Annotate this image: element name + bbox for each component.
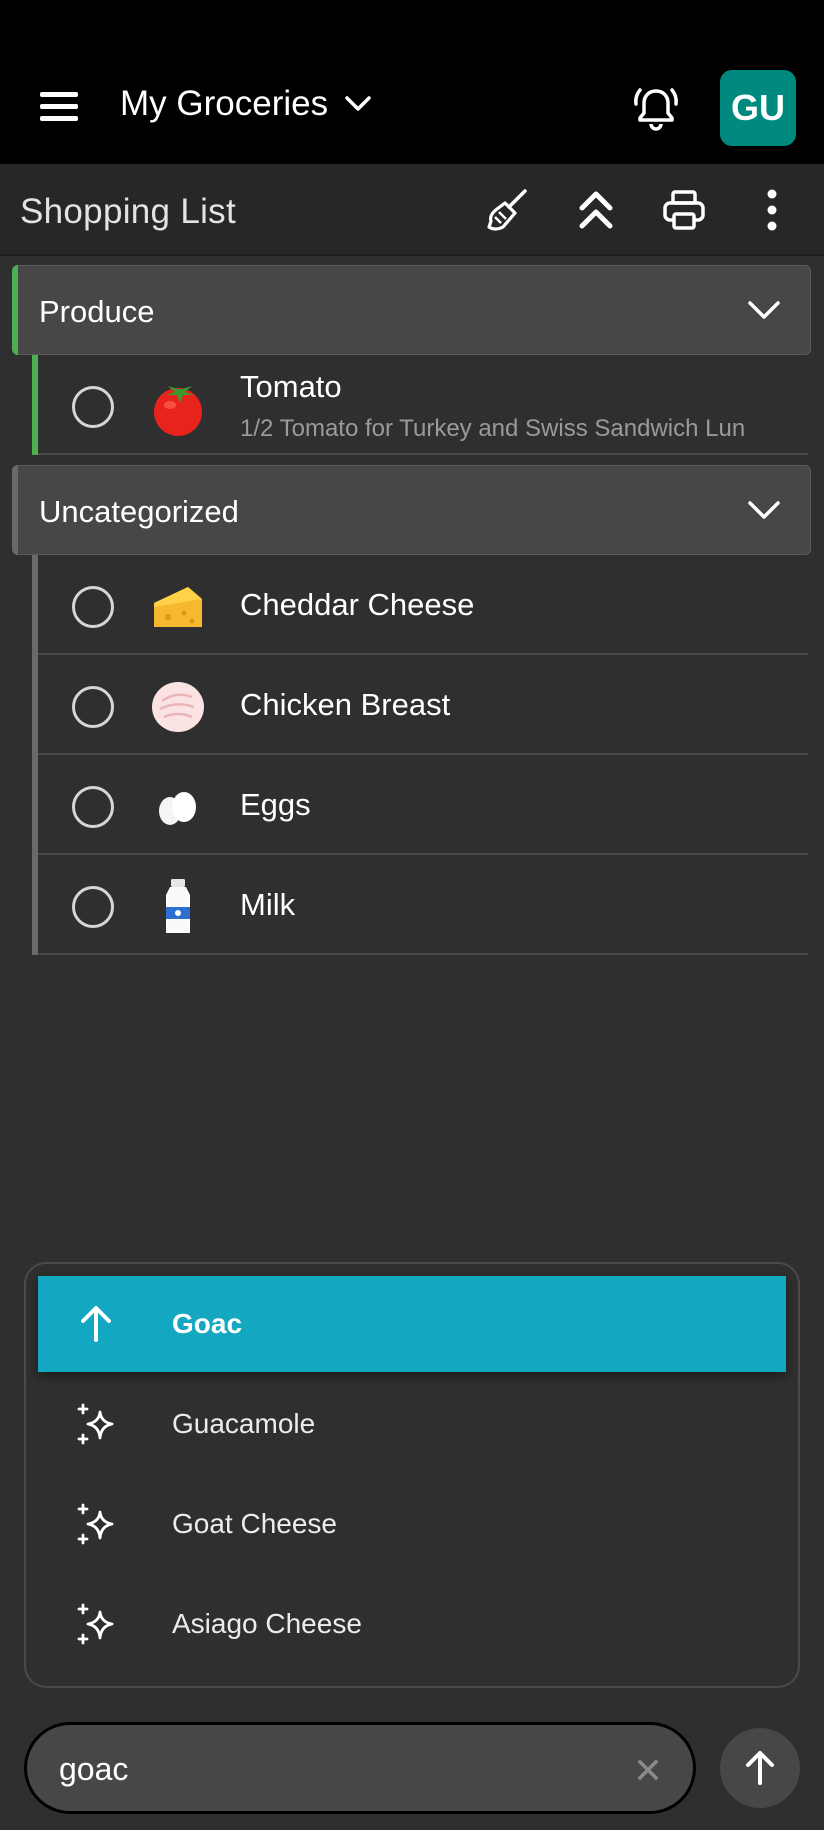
bell-alarm-icon[interactable] bbox=[632, 84, 680, 132]
sparkle-icon bbox=[77, 1603, 114, 1645]
input-value[interactable]: goac bbox=[59, 1751, 128, 1788]
add-item-input[interactable]: goac ✕ bbox=[24, 1722, 696, 1814]
list-item[interactable]: Chicken Breast bbox=[32, 655, 808, 755]
tomato-icon bbox=[154, 386, 202, 436]
more-vertical-icon bbox=[767, 189, 777, 231]
item-name: Eggs bbox=[240, 787, 311, 822]
item-name: Milk bbox=[240, 887, 296, 922]
suggestion-label: Asiago Cheese bbox=[172, 1608, 362, 1639]
item-checkbox[interactable] bbox=[72, 586, 114, 628]
suggestion-item-goac[interactable]: Goac bbox=[38, 1276, 786, 1372]
eggs-icon bbox=[159, 792, 196, 825]
avatar[interactable]: GU bbox=[720, 70, 796, 146]
suggestion-item-asiago-cheese[interactable]: Asiago Cheese bbox=[38, 1576, 786, 1672]
chevron-down-icon[interactable] bbox=[746, 498, 782, 522]
arrow-up-icon bbox=[81, 1306, 111, 1342]
cheese-icon bbox=[154, 587, 202, 627]
item-checkbox[interactable] bbox=[72, 386, 114, 428]
category-accent bbox=[32, 555, 38, 655]
category-accent bbox=[32, 655, 38, 755]
item-checkbox[interactable] bbox=[72, 886, 114, 928]
item-name: Tomato bbox=[240, 369, 342, 404]
category-accent bbox=[12, 265, 18, 355]
clear-completed-button[interactable] bbox=[484, 186, 532, 234]
item-checkbox[interactable] bbox=[72, 686, 114, 728]
suggestion-item-guacamole[interactable]: Guacamole bbox=[38, 1376, 786, 1472]
item-note: 1/2 Tomato for Turkey and Swiss Sandwich… bbox=[240, 415, 746, 442]
item-checkbox[interactable] bbox=[72, 786, 114, 828]
category-accent bbox=[12, 465, 18, 555]
suggestions-panel: Goac Guacamole Goat Cheese Asiago Cheese bbox=[24, 1262, 800, 1688]
list-item[interactable]: Tomato 1/2 Tomato for Turkey and Swiss S… bbox=[32, 355, 808, 455]
broom-icon bbox=[487, 189, 527, 231]
suggestion-label: Goat Cheese bbox=[172, 1508, 337, 1539]
category-header-produce[interactable]: Produce bbox=[12, 265, 811, 355]
sparkle-icon bbox=[77, 1503, 114, 1545]
printer-icon bbox=[663, 190, 705, 230]
category-header-uncategorized[interactable]: Uncategorized bbox=[12, 465, 811, 555]
category-accent bbox=[32, 355, 38, 455]
collapse-all-button[interactable] bbox=[572, 186, 620, 234]
list-selector-label[interactable]: My Groceries bbox=[120, 84, 328, 124]
add-item-button[interactable] bbox=[720, 1728, 800, 1808]
double-chevron-up-icon bbox=[579, 191, 613, 229]
sparkle-icon bbox=[77, 1403, 114, 1445]
list-item[interactable]: Cheddar Cheese bbox=[32, 555, 808, 655]
menu-icon[interactable] bbox=[40, 92, 80, 122]
list-item[interactable]: Milk bbox=[32, 855, 808, 955]
app-bar: My Groceries GU bbox=[0, 0, 824, 164]
category-accent bbox=[32, 755, 38, 855]
item-name: Cheddar Cheese bbox=[240, 587, 475, 622]
category-label: Produce bbox=[39, 294, 155, 329]
print-button[interactable] bbox=[660, 186, 708, 234]
category-accent bbox=[32, 855, 38, 955]
clear-icon[interactable]: ✕ bbox=[633, 1753, 663, 1789]
chevron-down-icon[interactable] bbox=[344, 94, 372, 114]
chevron-down-icon[interactable] bbox=[746, 298, 782, 322]
more-options-button[interactable] bbox=[748, 186, 796, 234]
item-name: Chicken Breast bbox=[240, 687, 451, 722]
list-toolbar: Shopping List bbox=[0, 164, 824, 256]
page-title: Shopping List bbox=[20, 192, 237, 231]
suggestion-item-goat-cheese[interactable]: Goat Cheese bbox=[38, 1476, 786, 1572]
milk-icon bbox=[166, 879, 190, 933]
category-label: Uncategorized bbox=[39, 494, 239, 529]
suggestion-label: Guacamole bbox=[172, 1408, 316, 1439]
suggestion-label: Goac bbox=[172, 1308, 243, 1339]
arrow-up-icon bbox=[746, 1751, 774, 1785]
chicken-breast-icon bbox=[152, 682, 204, 732]
list-item[interactable]: Eggs bbox=[32, 755, 808, 855]
